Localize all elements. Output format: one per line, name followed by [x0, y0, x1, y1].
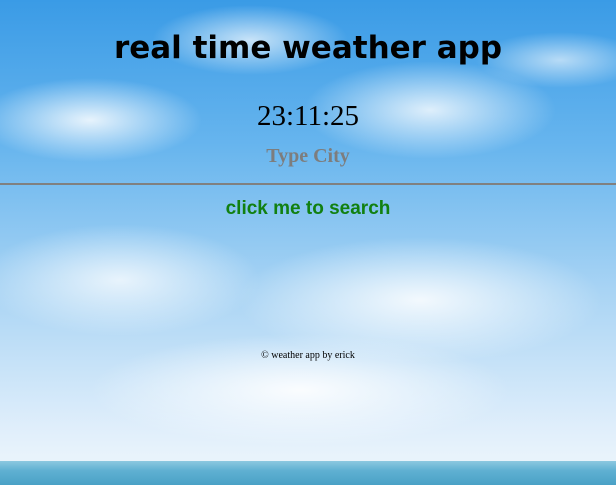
- search-button[interactable]: click me to search: [226, 198, 391, 220]
- sea-background: [0, 461, 616, 485]
- page-title: real time weather app: [113, 30, 503, 66]
- input-underline-divider: [0, 183, 616, 185]
- city-search-input[interactable]: [208, 145, 408, 168]
- clock-display: 23:11:25: [256, 100, 360, 132]
- footer-credit: © weather app by erick: [261, 350, 355, 361]
